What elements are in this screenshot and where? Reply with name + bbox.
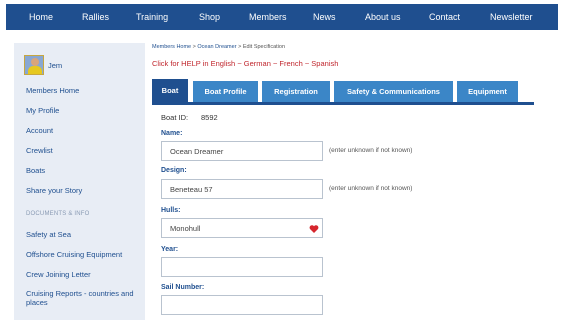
name-label: Name: — [161, 130, 183, 137]
sidebar-item-my-profile[interactable]: My Profile — [26, 106, 59, 115]
nav-newsletter[interactable]: Newsletter — [490, 12, 533, 22]
breadcrumb-boat[interactable]: Ocean Dreamer — [197, 44, 236, 50]
breadcrumb-members-home[interactable]: Members Home — [152, 44, 191, 50]
breadcrumb-separator: > — [192, 44, 196, 50]
sail-number-label: Sail Number: — [161, 284, 205, 291]
hulls-select[interactable]: Monohull — [161, 218, 323, 238]
help-language-link[interactable]: Click for HELP in English ~ German ~ Fre… — [152, 59, 338, 68]
tab-equipment[interactable]: Equipment — [457, 81, 518, 102]
design-field[interactable]: Beneteau 57 — [161, 179, 323, 199]
design-label: Design: — [161, 167, 187, 174]
sail-number-field[interactable] — [161, 295, 323, 315]
breadcrumb-current: Edit Specification — [242, 44, 286, 50]
hulls-selected-value: Monohull — [170, 223, 201, 233]
sidebar-item-safety-at-sea[interactable]: Safety at Sea — [26, 230, 71, 239]
sidebar-item-cruising-reports[interactable]: Cruising Reports - countries and places — [26, 289, 140, 307]
avatar[interactable] — [24, 55, 44, 75]
sidebar-item-account[interactable]: Account — [26, 126, 53, 135]
nav-training[interactable]: Training — [136, 12, 168, 22]
nav-news[interactable]: News — [313, 12, 336, 22]
tab-bar: Boat Boat Profile Registration Safety & … — [152, 79, 534, 105]
sidebar-item-boats[interactable]: Boats — [26, 166, 45, 175]
tab-registration[interactable]: Registration — [262, 81, 330, 102]
nav-shop[interactable]: Shop — [199, 12, 220, 22]
boat-id-value: 8592 — [201, 113, 218, 122]
boat-id-label: Boat ID: — [161, 113, 189, 122]
name-field[interactable]: Ocean Dreamer — [161, 141, 323, 161]
nav-home[interactable]: Home — [29, 12, 53, 22]
nav-about-us[interactable]: About us — [365, 12, 401, 22]
hulls-label: Hulls: — [161, 207, 181, 214]
avatar-body — [28, 66, 42, 74]
avatar-head — [31, 58, 39, 66]
nav-members[interactable]: Members — [249, 12, 287, 22]
top-navigation: Home Rallies Training Shop Members News … — [6, 4, 558, 30]
sidebar-item-share-your-story[interactable]: Share your Story — [26, 186, 82, 195]
heart-icon — [309, 225, 319, 233]
year-label: Year: — [161, 246, 179, 253]
tab-boat-profile[interactable]: Boat Profile — [193, 81, 258, 102]
nav-rallies[interactable]: Rallies — [82, 12, 109, 22]
breadcrumb-separator: > — [238, 44, 242, 50]
design-hint: (enter unknown if not known) — [329, 185, 413, 192]
name-hint: (enter unknown if not known) — [329, 147, 413, 154]
sidebar-item-crew-joining-letter[interactable]: Crew Joining Letter — [26, 270, 91, 279]
user-name[interactable]: Jem — [48, 61, 62, 70]
sidebar-item-members-home[interactable]: Members Home — [26, 86, 79, 95]
tab-boat[interactable]: Boat — [152, 79, 188, 102]
nav-contact[interactable]: Contact — [429, 12, 460, 22]
year-field[interactable] — [161, 257, 323, 277]
user-box: Jem — [24, 55, 62, 75]
sidebar-item-crewlist[interactable]: Crewlist — [26, 146, 53, 155]
sidebar: Jem Members Home My Profile Account Crew… — [14, 43, 145, 320]
sidebar-section-title: DOCUMENTS & INFO — [26, 211, 90, 217]
tab-safety-communications[interactable]: Safety & Communications — [334, 81, 453, 102]
breadcrumb: Members Home > Ocean Dreamer > Edit Spec… — [152, 44, 285, 50]
sidebar-item-offshore-cruising-equipment[interactable]: Offshore Cruising Equipment — [26, 250, 122, 259]
